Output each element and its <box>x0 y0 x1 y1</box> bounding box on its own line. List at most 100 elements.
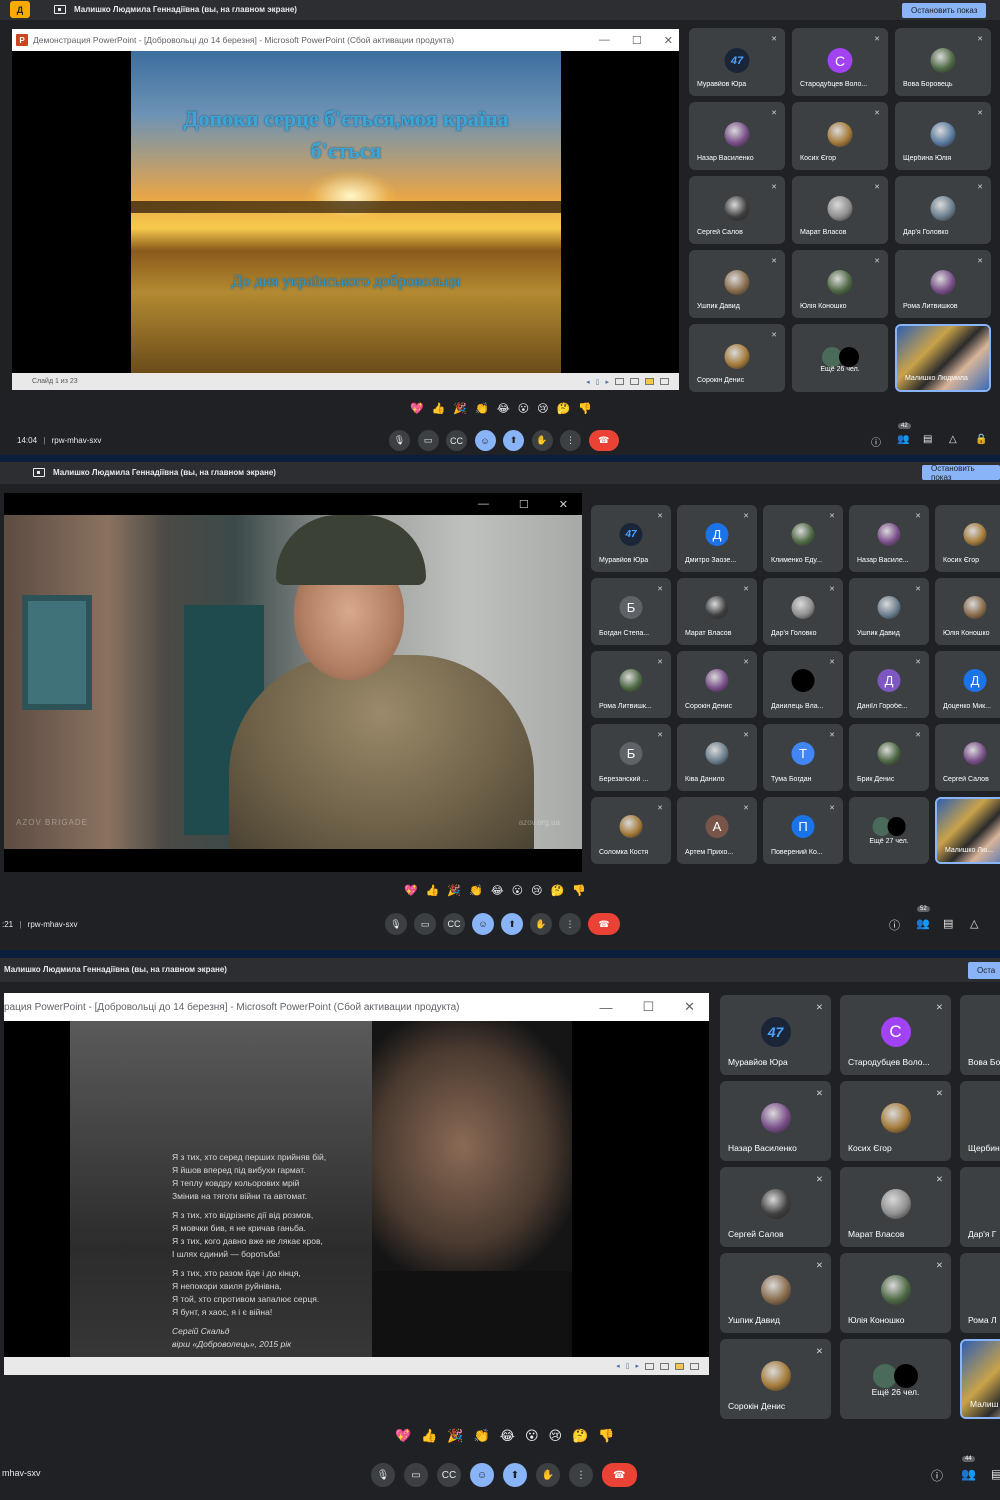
participant-tile[interactable]: ✕ Д Даніїл Горобе... <box>849 651 929 718</box>
participant-tile[interactable]: ✕Юлія Коношко <box>935 578 1000 645</box>
participant-tile[interactable]: ✕ Ківа Данило <box>677 724 757 791</box>
participant-tile[interactable]: ✕Сергей Салов <box>935 724 1000 791</box>
participant-tile[interactable]: Ещё 26 чел. <box>840 1339 951 1419</box>
participant-tile[interactable]: ✕ C Стародубцев Воло... <box>840 995 951 1075</box>
stop-presenting-button[interactable]: Оста <box>968 962 1000 979</box>
host-controls-icon[interactable]: 🔒 <box>975 434 987 445</box>
participant-tile[interactable]: ✕ Марат Власов <box>792 176 888 244</box>
participant-tile[interactable]: ✕ Назар Василенко <box>689 102 785 170</box>
participant-tile[interactable]: ✕Юлія Коношко <box>792 250 888 318</box>
reaction-emoji[interactable]: 😂 <box>491 884 504 897</box>
prev-slide-icon[interactable]: ◂ <box>616 1362 620 1370</box>
participant-tile[interactable]: ✕ Ушпик Давид <box>689 250 785 318</box>
reaction-emoji[interactable]: 😢 <box>531 884 542 897</box>
reaction-emoji[interactable]: 👍 <box>426 884 440 897</box>
slideshow-view-icon[interactable] <box>660 378 669 385</box>
participant-tile[interactable]: ✕ 47 Муравйов Юра <box>720 995 831 1075</box>
meeting-details-icon[interactable]: ⓘ <box>931 1467 943 1484</box>
people-icon[interactable]: 👥 <box>916 917 930 930</box>
mic-button[interactable]: 🎙 <box>371 1463 395 1487</box>
reaction-emoji[interactable]: 😂 <box>500 1428 515 1444</box>
participant-tile[interactable]: ✕ Б Богдан Степа... <box>591 578 671 645</box>
maximize-icon[interactable]: ☐ <box>642 999 654 1015</box>
reaction-emoji[interactable]: 😂 <box>497 402 510 415</box>
reaction-emoji[interactable]: 🎉 <box>453 402 467 415</box>
participant-tile[interactable]: Ещё 27 чел. <box>849 797 929 864</box>
participant-tile[interactable]: ✕Щербин <box>960 1081 1000 1161</box>
minimize-icon[interactable]: — <box>599 1000 612 1015</box>
chat-icon[interactable]: ▤ <box>923 434 932 445</box>
reactions-button[interactable]: ☺ <box>472 913 494 935</box>
participant-tile[interactable]: Малишко Лю... <box>935 797 1000 864</box>
participant-tile[interactable]: ✕ Марат Власов <box>840 1167 951 1247</box>
participant-tile[interactable]: ✕ Вова Боровець <box>895 28 991 96</box>
slideshow-view-icon[interactable] <box>690 1362 699 1370</box>
participant-tile[interactable]: Ещё 26 чел. <box>792 324 888 392</box>
chat-icon[interactable]: ▤ <box>943 917 953 930</box>
slide-menu-icon[interactable]: ▯ <box>626 1362 630 1370</box>
close-icon[interactable]: ✕ <box>559 498 568 511</box>
window-titlebar[interactable]: P Демонстрация PowerPoint - [Добровольці… <box>12 29 679 51</box>
reaction-emoji[interactable]: 💖 <box>410 402 424 415</box>
reaction-emoji[interactable]: 🤔 <box>557 402 571 415</box>
participant-tile[interactable]: ✕ Косих Єгор <box>840 1081 951 1161</box>
participant-tile[interactable]: ✕ Соломка Костя <box>591 797 671 864</box>
mic-button[interactable]: 🎙 <box>389 430 410 451</box>
people-icon[interactable]: 👥 <box>961 1467 976 1481</box>
reaction-emoji[interactable]: 🎉 <box>447 1428 463 1444</box>
reaction-emoji[interactable]: 💖 <box>395 1428 411 1444</box>
present-button[interactable]: ⬆ <box>501 913 523 935</box>
reaction-emoji[interactable]: 🎉 <box>447 884 461 897</box>
reading-view-icon[interactable] <box>645 378 654 385</box>
more-options-button[interactable]: ⋮ <box>560 430 581 451</box>
participant-tile[interactable]: ✕Рома Л <box>960 1253 1000 1333</box>
reaction-emoji[interactable]: 😢 <box>549 1428 563 1444</box>
activities-icon[interactable]: △ <box>970 917 978 930</box>
participant-tile[interactable]: ✕ Сорокін Денис <box>689 324 785 392</box>
close-icon[interactable]: ✕ <box>664 34 673 47</box>
reaction-emoji[interactable]: 😮 <box>525 1428 539 1444</box>
people-icon[interactable]: 👥 <box>897 434 909 445</box>
participant-tile[interactable]: ✕ Щербина Юлія <box>895 102 991 170</box>
mic-button[interactable]: 🎙 <box>385 913 407 935</box>
window-titlebar[interactable]: рация PowerPoint - [Добровольці до 14 бе… <box>4 993 709 1021</box>
normal-view-icon[interactable] <box>645 1362 654 1370</box>
raise-hand-button[interactable]: ✋ <box>530 913 552 935</box>
camera-button[interactable]: ▭ <box>414 913 436 935</box>
participant-tile[interactable]: ✕ Марат Власов <box>677 578 757 645</box>
reaction-emoji[interactable]: 👍 <box>432 402 446 415</box>
participant-tile[interactable]: ✕ Ушпик Давид <box>720 1253 831 1333</box>
end-call-button[interactable]: ☎ <box>602 1463 637 1487</box>
participant-tile[interactable]: ✕Вова Бо <box>960 995 1000 1075</box>
reaction-emoji[interactable]: 💖 <box>404 884 418 897</box>
participant-tile[interactable]: ✕ Дар'я Головко <box>895 176 991 244</box>
participant-tile[interactable]: ✕ Брик Денис <box>849 724 929 791</box>
more-options-button[interactable]: ⋮ <box>569 1463 593 1487</box>
prev-slide-icon[interactable]: ◂ <box>586 378 590 386</box>
captions-button[interactable]: CC <box>437 1463 461 1487</box>
slide-menu-icon[interactable]: ▯ <box>596 378 600 386</box>
captions-button[interactable]: CC <box>443 913 465 935</box>
participant-tile[interactable]: ✕ Дар'я Головко <box>763 578 843 645</box>
reactions-button[interactable]: ☺ <box>470 1463 494 1487</box>
sorter-view-icon[interactable] <box>660 1362 669 1370</box>
camera-button[interactable]: ▭ <box>417 430 439 451</box>
raise-hand-button[interactable]: ✋ <box>531 430 553 451</box>
participant-tile[interactable]: ✕ Сорокін Денис <box>677 651 757 718</box>
participant-tile[interactable]: ✕ Рома Литвишков <box>895 250 991 318</box>
next-slide-icon[interactable]: ▸ <box>635 1362 639 1370</box>
participant-tile[interactable]: ✕Сергей Салов <box>689 176 785 244</box>
participant-tile[interactable]: ✕ П Поверений Ко... <box>763 797 843 864</box>
participant-tile[interactable]: ✕ Косих Єгор <box>792 102 888 170</box>
participant-tile[interactable]: ✕ 47 Муравйов Юра <box>591 505 671 572</box>
activities-icon[interactable]: △ <box>949 434 957 445</box>
participant-tile[interactable]: ✕ Ушпик Давид <box>849 578 929 645</box>
participant-tile[interactable]: ✕ Рома Литвишк... <box>591 651 671 718</box>
reading-view-icon[interactable] <box>675 1362 684 1370</box>
reaction-emoji[interactable]: 👏 <box>474 1428 490 1444</box>
maximize-icon[interactable]: ☐ <box>632 34 642 47</box>
meeting-details-icon[interactable]: ⓘ <box>889 917 900 933</box>
close-icon[interactable]: ✕ <box>684 999 695 1015</box>
more-options-button[interactable]: ⋮ <box>559 913 581 935</box>
reaction-emoji[interactable]: 😮 <box>512 884 523 897</box>
